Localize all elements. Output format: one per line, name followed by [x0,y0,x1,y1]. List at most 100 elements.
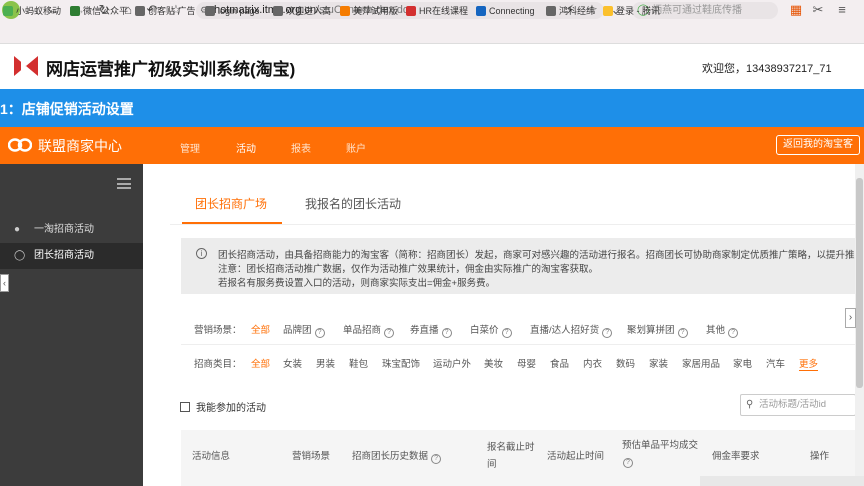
search-placeholder: 活动标题/活动id [759,399,827,410]
col-estimate: 预估单品平均成交 [622,440,699,451]
col-history: 招商团长历史数据? [352,448,442,464]
bookmark-item[interactable]: HR在线课程 [406,4,468,18]
scene-chip[interactable]: 券直播? [410,322,452,338]
expand-right-icon[interactable]: › [845,308,856,328]
return-to-taobaoke-button[interactable]: 返回我的淘宝客 [776,135,860,155]
notice-line: 若报名有服务费设置入口的活动，则商家实际支出=佣金+服务费。 [218,278,496,289]
bookmark-item[interactable]: 微信公众平 [70,4,128,18]
help-icon[interactable]: ? [602,328,613,338]
scene-chip[interactable]: 其他? [706,322,739,338]
bookmark-item[interactable]: 登录 - 腾讯 [603,4,660,18]
step-title: 1：店铺促销活动设置 [0,101,134,117]
hamburger-menu-icon[interactable] [117,178,131,189]
scene-chip-all[interactable]: 全部 [251,322,270,336]
help-icon[interactable]: ? [728,328,739,338]
col-scene: 营销场景 [292,451,331,462]
category-chip[interactable]: 运动户外 [433,356,471,370]
bookmark-favicon [546,6,556,16]
nav-report[interactable]: 报表 [291,140,311,155]
bookmark-favicon [135,6,145,16]
checkbox[interactable] [180,402,190,412]
category-chip[interactable]: 美妆 [484,356,503,370]
help-icon[interactable]: ? [441,328,452,338]
help-icon[interactable]: ? [677,328,688,338]
scene-chip[interactable]: 品牌团? [283,322,325,338]
nav-account[interactable]: 账户 [346,140,366,155]
status-strip [700,476,864,486]
can-join-filter[interactable]: 我能参加的活动 [180,399,266,414]
tab-my-signups[interactable]: 我报名的团长活动 [305,195,401,212]
bookmark-item[interactable]: 鸿科经纬 [546,4,595,18]
category-chip[interactable]: 食品 [550,356,569,370]
bookmark-favicon [406,6,416,16]
col-history-label: 招商团长历史数据 [352,451,429,462]
bookmark-item[interactable]: 小蚂蚁移动 [3,4,61,18]
category-chip[interactable]: 家居用品 [682,356,720,370]
category-filter-label: 招商类目： [194,359,242,370]
category-chip[interactable]: 母婴 [517,356,536,370]
category-chip[interactable]: 内衣 [583,356,602,370]
category-chip[interactable]: 男装 [316,356,335,370]
extensions-icon[interactable]: ▦ [788,2,804,18]
bell-icon: ◯ [14,250,26,261]
checkbox-label: 我能参加的活动 [196,403,266,414]
category-chip[interactable]: 汽车 [766,356,785,370]
bookmark-favicon [603,6,613,16]
scene-chip-label: 其他 [706,325,726,336]
col-activity-info: 活动信息 [192,451,231,462]
col-action: 操作 [810,451,830,462]
bookmark-item[interactable]: 欢迎进入高 [273,4,331,18]
help-icon[interactable]: ? [314,328,325,338]
col-commission: 佣金率要求 [712,451,760,462]
sidebar-item-label: 一淘招商活动 [34,224,94,235]
help-icon[interactable]: ? [428,451,442,464]
bookmark-label: 登录 - 腾讯 [616,6,660,16]
scene-chip[interactable]: 白菜价? [470,322,512,338]
category-chip[interactable]: 珠宝配饰 [382,356,420,370]
bookmark-label: 微信公众平 [83,6,129,16]
nav-manage[interactable]: 管理 [180,140,200,155]
sidebar-item-yitao[interactable]: ● 一淘招商活动 [0,217,143,243]
bookmark-item[interactable]: 美萍试用版 [340,4,398,18]
category-chip[interactable]: 家装 [649,356,668,370]
more-categories-link[interactable]: 更多 [799,356,819,371]
active-tab-indicator [182,222,282,224]
scene-chip-label: 单品招商 [343,325,382,336]
bookmark-label: login page [218,6,260,16]
bookmark-favicon [70,6,80,16]
scissors-icon[interactable]: ✂ [810,2,826,18]
merchant-logo-icon [8,138,32,152]
nav-activity[interactable]: 活动 [236,140,256,155]
browser-menu-icon[interactable]: ≡ [834,2,850,18]
scene-filter-label: 营销场景： [194,325,242,336]
bookmark-item[interactable]: 创客贴 广告 [135,4,196,18]
bookmark-favicon [3,6,13,16]
category-chip-all[interactable]: 全部 [251,356,270,370]
category-chip[interactable]: 鞋包 [349,356,368,370]
category-chip[interactable]: 家电 [733,356,752,370]
tab-tuanzhang-square[interactable]: 团长招商广场 [195,195,267,212]
merchant-header [0,127,864,164]
col-deadline: 报名截止时 [487,442,535,453]
category-chip[interactable]: 女装 [283,356,302,370]
filter-divider [181,344,855,345]
bookmark-label: Connecting [489,6,535,16]
help-icon[interactable]: ? [623,455,633,468]
bookmark-item[interactable]: Connecting [476,4,535,18]
help-icon[interactable]: ? [384,328,395,338]
bookmark-label: 小蚂蚁移动 [16,6,62,16]
help-icon[interactable]: ? [501,328,512,338]
sidebar-item-tuanzhang[interactable]: ◯ 团长招商活动 [0,243,143,269]
scene-chip[interactable]: 单品招商? [343,322,395,338]
scene-chip-label: 白菜价 [470,325,499,336]
bookmark-item[interactable]: login page [205,4,260,18]
bookmark-label: 欢迎进入高 [286,6,332,16]
scene-chip[interactable]: 聚划算拼团? [627,322,688,338]
collapse-left-icon[interactable]: ‹ [0,274,9,292]
system-title: 网店运营推广初级实训系统(淘宝) [46,60,296,79]
scene-chip-label: 聚划算拼团 [627,325,675,336]
scrollbar-thumb[interactable] [856,178,863,388]
activity-search-input[interactable]: ⚲ 活动标题/活动id [740,394,856,416]
scene-chip[interactable]: 直播/达人招好货? [530,322,613,338]
category-chip[interactable]: 数码 [616,356,635,370]
